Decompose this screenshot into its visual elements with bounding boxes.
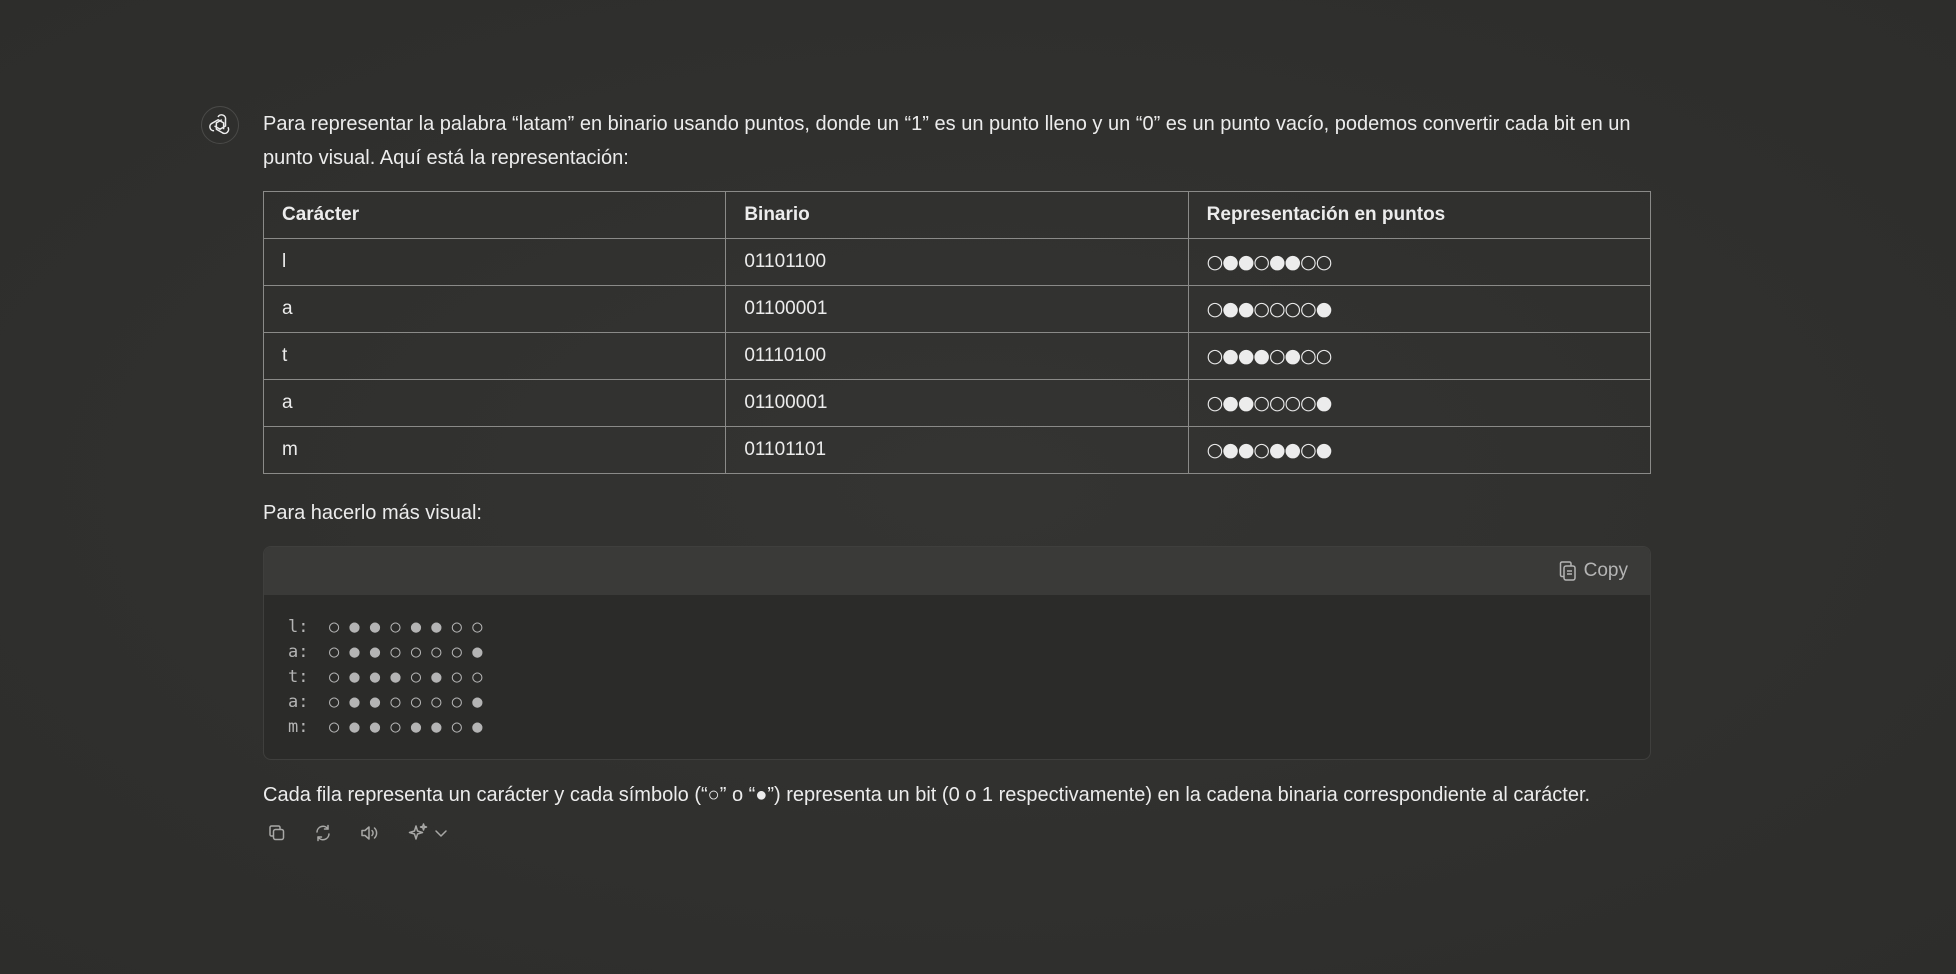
- chevron-down-icon: [435, 830, 447, 837]
- table-header-row: Carácter Binario Representación en punto…: [262, 191, 1652, 239]
- code-content: l: ○ ● ● ○ ● ● ○ ○ a: ○ ● ● ○ ○ ○ ○ ● t: ○…: [264, 595, 1650, 740]
- dots-cell: ○●●○●●○●: [1187, 426, 1652, 474]
- code-line: l: ○ ● ● ○ ● ● ○ ○: [288, 617, 483, 637]
- copy-message-button[interactable]: [267, 823, 287, 843]
- table-row: a 01100001 ○●●○○○○●: [262, 379, 1652, 427]
- code-header: Copy: [264, 547, 1650, 595]
- visual-heading: Para hacerlo más visual:: [263, 502, 482, 524]
- binary-table: Carácter Binario Representación en punto…: [262, 191, 1652, 474]
- model-switch-button[interactable]: [407, 822, 449, 844]
- regenerate-button[interactable]: [313, 823, 333, 843]
- code-line: a: ○ ● ● ○ ○ ○ ○ ●: [288, 642, 483, 662]
- chat-page: Para representar la palabra “latam” en b…: [0, 0, 1956, 974]
- binary-cell: 01100001: [725, 285, 1189, 333]
- binary-cell: 01101101: [725, 426, 1189, 474]
- read-aloud-button[interactable]: [359, 823, 381, 843]
- table-row: t 01110100 ○●●●○●○○: [262, 332, 1652, 380]
- column-header: Representación en puntos: [1187, 191, 1652, 239]
- char-cell: a: [262, 379, 727, 427]
- copy-code-button[interactable]: Copy: [1558, 560, 1628, 582]
- read-aloud-icon: [361, 826, 378, 840]
- regenerate-icon: [316, 824, 330, 842]
- code-line: t: ○ ● ● ● ○ ● ○ ○: [288, 667, 483, 687]
- column-header: Carácter: [262, 191, 727, 239]
- code-line: m: ○ ● ● ○ ● ● ○ ●: [288, 717, 483, 737]
- table-row: m 01101101 ○●●○●●○●: [262, 426, 1652, 474]
- code-block: Copy l: ○ ● ● ○ ● ● ○ ○ a: ○ ● ● ○ ○ ○ ○ …: [263, 546, 1651, 760]
- table-row: a 01100001 ○●●○○○○●: [262, 285, 1652, 333]
- char-cell: l: [262, 238, 727, 286]
- message-actions: [267, 822, 1651, 844]
- openai-logo-icon: [209, 114, 230, 135]
- table-row: l 01101100 ○●●○●●○○: [262, 238, 1652, 286]
- binary-cell: 01101100: [725, 238, 1189, 286]
- dots-cell: ○●●○●●○○: [1187, 238, 1652, 286]
- dots-cell: ○●●○○○○●: [1187, 285, 1652, 333]
- char-cell: a: [262, 285, 727, 333]
- binary-cell: 01110100: [725, 332, 1189, 380]
- dots-cell: ○●●○○○○●: [1187, 379, 1652, 427]
- dots-cell: ○●●●○●○○: [1187, 332, 1652, 380]
- column-header: Binario: [725, 191, 1189, 239]
- assistant-avatar: [201, 106, 239, 144]
- copy-label: Copy: [1583, 560, 1628, 581]
- copy-icon: [1559, 561, 1576, 581]
- copy-icon: [269, 825, 285, 841]
- assistant-message: Para representar la palabra “latam” en b…: [262, 107, 1652, 844]
- char-cell: t: [262, 332, 727, 380]
- char-cell: m: [262, 426, 727, 474]
- code-line: a: ○ ● ● ○ ○ ○ ○ ●: [288, 692, 483, 712]
- conclusion-paragraph: Cada fila representa un carácter y cada …: [263, 784, 1591, 806]
- sparkle-icon: [408, 823, 428, 840]
- binary-cell: 01100001: [725, 379, 1189, 427]
- intro-paragraph: Para representar la palabra “latam” en b…: [263, 113, 1631, 169]
